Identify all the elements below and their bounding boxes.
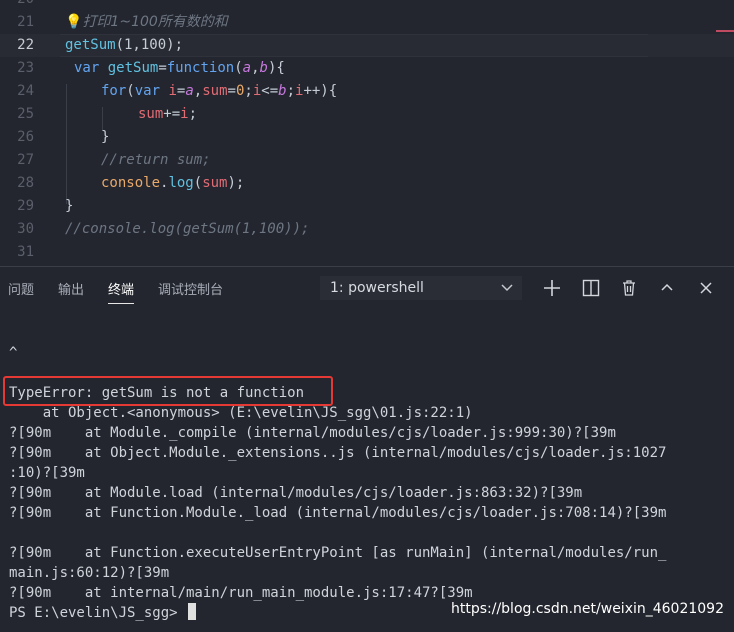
terminal-line: ?[90m at Module.load (internal/modules/c… <box>9 485 583 501</box>
code-line[interactable]: 30 //console.log(getSum(1,100)); <box>0 218 734 241</box>
line-number: 28 <box>17 175 34 191</box>
terminal-select-value: 1: powershell <box>330 280 424 296</box>
line-number: 30 <box>17 221 34 237</box>
code-text: for(var i=a,sum=0;i<=b;i++){ <box>101 83 338 99</box>
code-line[interactable]: 21 💡打印1~100所有数的和 <box>0 11 734 34</box>
watermark-text: https://blog.csdn.net/weixin_46021092 <box>450 601 724 617</box>
terminal-prompt-line[interactable]: PS E:\evelin\JS_sgg> <box>9 603 197 623</box>
tab-problems[interactable]: 问题 <box>8 279 34 298</box>
terminal-line: main.js:60:12)?[39m <box>9 565 170 581</box>
terminal-line: at Object.<anonymous> (E:\evelin\JS_sgg\… <box>9 405 473 421</box>
terminal-line: ?[90m at Module._compile (internal/modul… <box>9 425 616 441</box>
code-comment: //return sum; <box>101 152 211 168</box>
terminal-line: ?[90m at Function.executeUserEntryPoint … <box>9 545 667 561</box>
tab-output[interactable]: 输出 <box>58 279 84 298</box>
code-line[interactable]: 26 } <box>0 126 734 149</box>
terminal-line: ^ <box>9 345 18 361</box>
code-text: } <box>101 129 110 145</box>
code-text: getSum(1,100); <box>65 37 184 53</box>
chevron-up-icon[interactable] <box>655 276 679 300</box>
code-text: console.log(sum); <box>101 175 245 191</box>
code-line[interactable]: 23 var getSum=function(a,b){ <box>0 57 734 80</box>
code-line[interactable]: 24 for(var i=a,sum=0;i<=b;i++){ <box>0 80 734 103</box>
chevron-down-icon <box>500 276 514 308</box>
code-line[interactable]: 27 //return sum; <box>0 149 734 172</box>
code-line[interactable]: 31 <box>0 241 734 264</box>
trash-icon[interactable] <box>617 276 641 300</box>
code-line-current[interactable]: 22 getSum(1,100); <box>0 34 734 57</box>
line-number: 20 <box>0 0 34 11</box>
plus-icon[interactable] <box>540 276 564 300</box>
line-number: 21 <box>17 14 34 30</box>
line-number: 27 <box>17 152 34 168</box>
terminal-cursor <box>188 603 197 620</box>
code-text: var getSum=function(a,b){ <box>74 60 285 76</box>
code-line[interactable]: 28 console.log(sum); <box>0 172 734 195</box>
code-text: 💡打印1~100所有数的和 <box>65 11 228 34</box>
tab-terminal[interactable]: 终端 <box>108 279 135 304</box>
line-number: 24 <box>17 83 34 99</box>
line-number: 26 <box>17 129 34 145</box>
terminal-prompt: PS E:\evelin\JS_sgg> <box>9 605 187 621</box>
code-text: sum+=i; <box>138 106 198 122</box>
split-icon[interactable] <box>579 276 603 300</box>
tab-debug-console[interactable]: 调试控制台 <box>158 279 223 298</box>
close-icon[interactable] <box>694 276 718 300</box>
lightbulb-icon[interactable]: 💡 <box>65 14 82 30</box>
terminal-line: ?[90m at internal/main/run_main_module.j… <box>9 585 473 601</box>
error-highlight-box <box>3 376 333 406</box>
code-editor[interactable]: 20 21 💡打印1~100所有数的和 22 getSum(1,100); 23… <box>0 0 734 266</box>
terminal-line: ?[90m at Object.Module._extensions..js (… <box>9 445 667 461</box>
code-comment: 打印1~100所有数的和 <box>82 14 228 30</box>
terminal-select[interactable]: 1: powershell <box>320 276 522 300</box>
line-number: 29 <box>17 198 34 214</box>
code-line: 20 <box>0 0 734 11</box>
line-number: 23 <box>17 60 34 76</box>
code-line[interactable]: 25 sum+=i; <box>0 103 734 126</box>
code-comment: //console.log(getSum(1,100)); <box>65 221 310 237</box>
code-line[interactable]: 29 } <box>0 195 734 218</box>
terminal-line: :10)?[39m <box>9 465 85 481</box>
line-number: 31 <box>17 244 34 260</box>
terminal-line: ?[90m at Function.Module._load (internal… <box>9 505 667 521</box>
line-number: 25 <box>17 106 34 122</box>
code-text: } <box>65 198 74 214</box>
line-number: 22 <box>17 37 34 53</box>
